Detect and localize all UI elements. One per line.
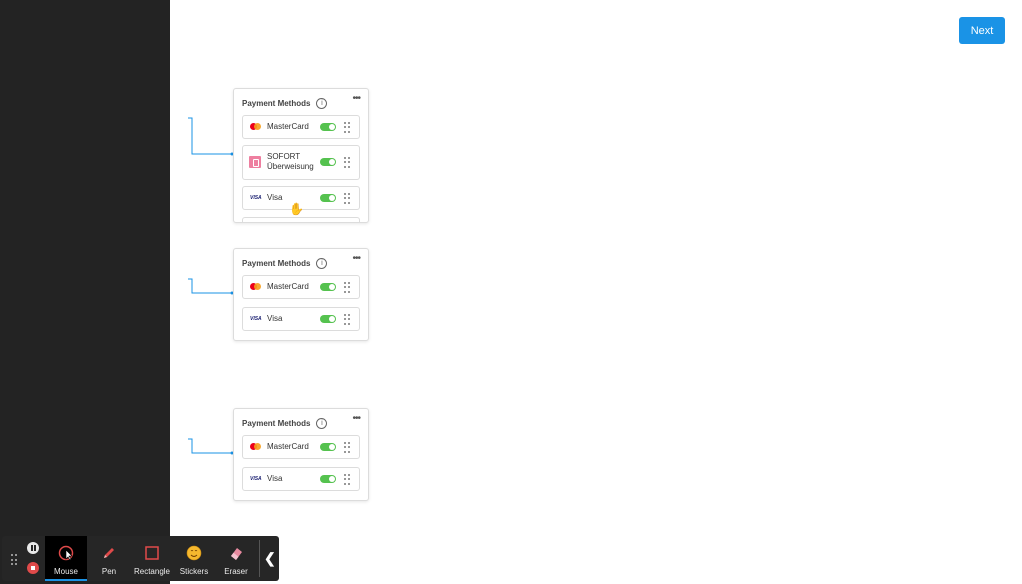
payment-label: Visa [267,193,283,202]
card-title: Payment Methods [242,419,311,428]
drag-handle-icon[interactable] [344,282,352,293]
payment-label: MasterCard [267,122,309,131]
card-title: Payment Methods [242,259,311,268]
tool-label: Pen [101,567,117,576]
payment-label: MasterCard [267,442,309,451]
drag-handle-icon[interactable] [344,193,352,204]
rectangle-icon [145,546,159,560]
info-icon[interactable]: i [316,418,328,429]
info-icon[interactable]: i [316,98,328,109]
enabled-toggle[interactable] [320,123,336,131]
chevron-left-icon[interactable]: ❮ [264,550,276,567]
tool-label: Eraser [224,567,248,576]
card-title: Payment Methods [242,99,311,108]
enabled-toggle[interactable] [320,475,336,483]
more-horizontal-icon[interactable]: ••• [352,254,360,264]
drag-handle-icon[interactable] [344,157,352,168]
hand-cursor-icon: ✋ [289,202,304,216]
tool-label: Mouse [53,567,78,576]
left-sidebar [0,0,170,584]
tool-label: Rectangle [133,567,171,576]
tool-mouse[interactable]: Mouse [45,536,87,581]
toolbar-divider [259,540,260,577]
stop-record-icon[interactable] [27,562,39,574]
enabled-toggle[interactable] [320,443,336,451]
info-icon[interactable]: i [316,258,328,269]
visa-logo: VISA [250,316,262,322]
drag-handle-icon[interactable] [344,314,352,325]
payment-label: Visa [267,314,283,323]
payment-methods-card[interactable]: Payment Methods i ••• MasterCard VISA Vis… [233,248,369,341]
mastercard-logo [250,123,262,130]
drag-handle-icon[interactable] [344,122,352,133]
sticker-icon [186,545,202,561]
enabled-toggle[interactable] [320,194,336,202]
enabled-toggle[interactable] [320,158,336,166]
payment-row-mastercard[interactable]: MasterCard [242,275,360,299]
toolbar-drag-handle-icon[interactable] [11,554,19,566]
payment-label: Visa [267,474,283,483]
drag-handle-icon[interactable] [344,474,352,485]
pen-icon [104,548,114,558]
enabled-toggle[interactable] [320,315,336,323]
mastercard-logo [250,443,262,450]
visa-logo: VISA [250,476,262,482]
tool-stickers[interactable]: Stickers [173,536,215,581]
payment-row-visa[interactable]: VISA Visa [242,307,360,331]
tool-eraser[interactable]: Eraser [215,536,257,581]
payment-label: MasterCard [267,282,309,291]
more-horizontal-icon[interactable]: ••• [352,94,360,104]
enabled-toggle[interactable] [320,283,336,291]
payment-row-mastercard[interactable]: MasterCard [242,115,360,139]
next-button[interactable]: Next [959,17,1005,44]
annotation-toolbar: Mouse Pen Rectangle Stickers Eraser ❮ [2,536,279,581]
more-horizontal-icon[interactable]: ••• [352,414,360,424]
drag-handle-icon[interactable] [344,442,352,453]
eraser-icon [231,548,242,560]
visa-logo: VISA [250,195,262,201]
tool-label: Stickers [179,567,209,576]
tool-pen[interactable]: Pen [88,536,130,581]
payment-label: SOFORT Überweisung [267,152,314,171]
mouse-pointer-icon [58,545,74,561]
payment-row-visa[interactable]: VISA Visa [242,467,360,491]
mastercard-logo [250,283,262,290]
payment-row-sofort[interactable]: SOFORT Überweisung [242,145,360,180]
payment-row-partial [242,217,360,222]
payment-methods-card[interactable]: Payment Methods i ••• MasterCard VISA Vis… [233,408,369,501]
payment-row-mastercard[interactable]: MasterCard [242,435,360,459]
tool-rectangle[interactable]: Rectangle [131,536,173,581]
pause-icon[interactable] [27,542,39,554]
sofort-logo [249,156,261,168]
